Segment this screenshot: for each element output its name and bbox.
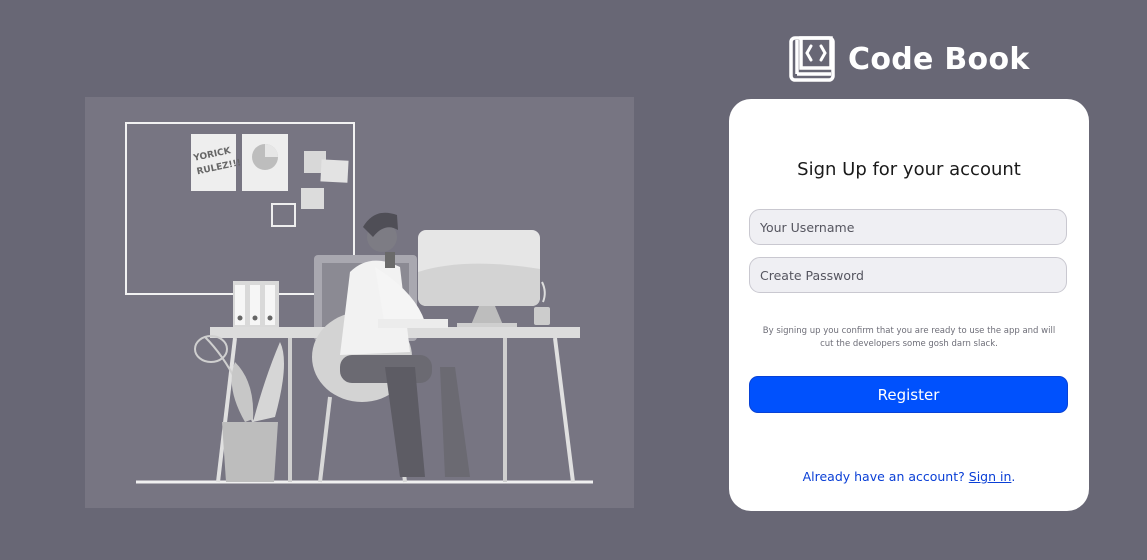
signin-link[interactable]: Sign in bbox=[969, 469, 1012, 484]
brand-name: Code Book bbox=[848, 41, 1030, 77]
username-input[interactable] bbox=[749, 209, 1067, 245]
password-input[interactable] bbox=[749, 257, 1067, 293]
book-code-icon bbox=[789, 36, 835, 82]
signup-disclaimer: By signing up you confirm that you are r… bbox=[762, 326, 1056, 349]
office-illustration: YORICK RULEZ!!! bbox=[85, 97, 634, 508]
register-button[interactable]: Register bbox=[749, 376, 1068, 413]
signin-suffix: . bbox=[1011, 469, 1016, 484]
signup-card: Sign Up for your account By signing up y… bbox=[729, 99, 1089, 511]
signup-title: Sign Up for your account bbox=[797, 159, 1021, 180]
already-account-text: Already have an account? bbox=[802, 469, 965, 484]
signin-prompt: Already have an account? Sign in. bbox=[729, 469, 1089, 484]
brand-logo: Code Book bbox=[789, 36, 1030, 82]
